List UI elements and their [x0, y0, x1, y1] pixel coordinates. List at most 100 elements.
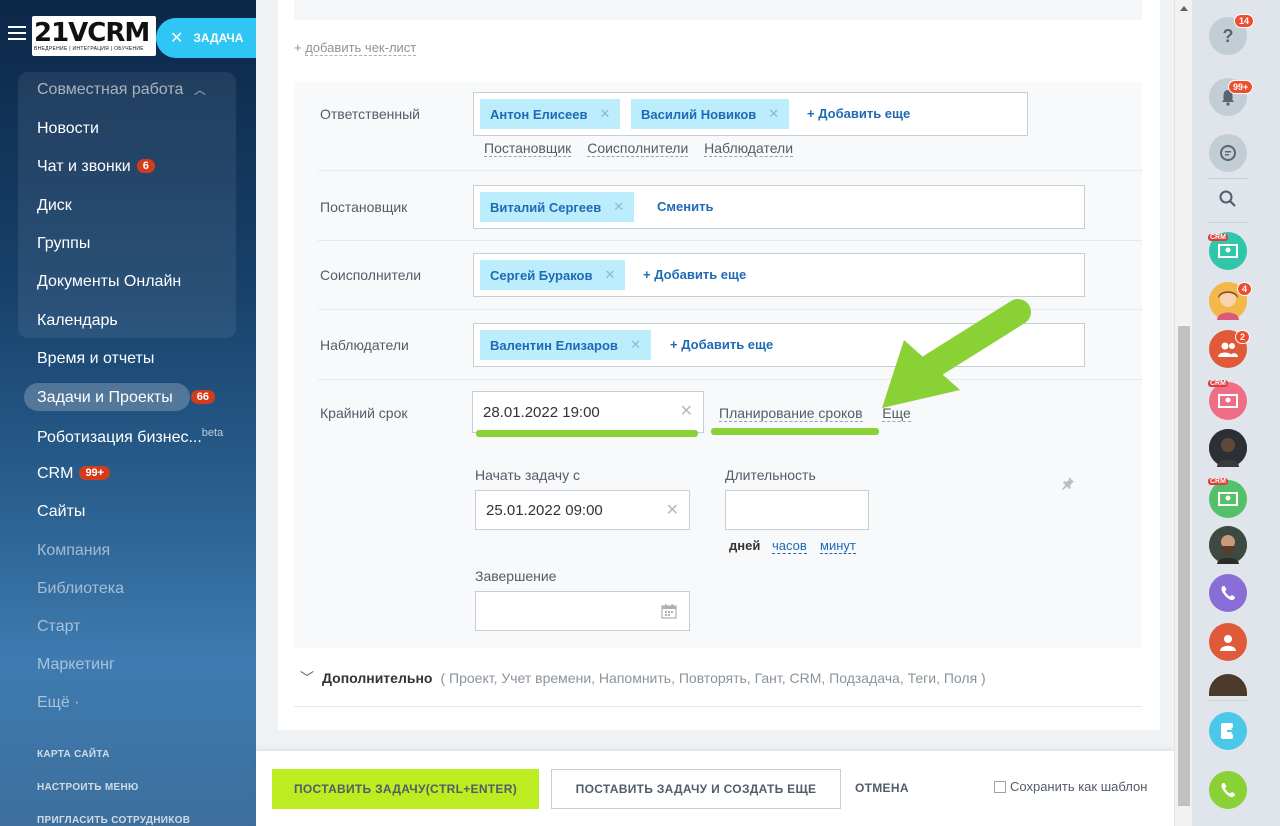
search-icon[interactable]	[1209, 180, 1247, 218]
change-creator-link[interactable]: Сменить	[657, 199, 713, 214]
creator-selector[interactable]: Виталий Сергеев ✕ Сменить	[473, 185, 1085, 229]
pin-icon[interactable]	[1060, 475, 1076, 491]
sidebar-item-library[interactable]: Библиотека	[37, 580, 124, 598]
form-footer: ПОСТАВИТЬ ЗАДАЧУ(CTRL+ENTER) ПОСТАВИТЬ З…	[256, 750, 1174, 826]
add-responsible-link[interactable]: + Добавить еще	[807, 106, 910, 121]
sidebar-item-calendar[interactable]: Календарь	[37, 312, 118, 330]
sidebar-item-chat[interactable]: Чат и звонки 6	[37, 158, 155, 176]
user-chip[interactable]: Виталий Сергеев ✕	[480, 192, 635, 222]
submit-task-button[interactable]: ПОСТАВИТЬ ЗАДАЧУ(CTRL+ENTER)	[272, 769, 539, 809]
clear-icon[interactable]: ✕	[680, 401, 693, 421]
beta-tag: beta	[201, 427, 224, 439]
sidebar-item-groups[interactable]: Группы	[37, 235, 90, 253]
additional-section-toggle[interactable]: ﹀ Дополнительно ( Проект, Учет времени, На…	[300, 668, 986, 688]
sidebar-item-label: Диск	[37, 197, 72, 214]
time-planning-link[interactable]: Планирование сроков	[719, 405, 863, 422]
add-accomplice-link[interactable]: + Добавить еще	[643, 267, 746, 282]
menu-icon[interactable]	[8, 26, 26, 40]
user-chip[interactable]: Сергей Бураков ✕	[480, 260, 626, 290]
clear-icon[interactable]: ✕	[666, 500, 679, 520]
sidebar-item-label: Задачи и Проекты	[37, 389, 173, 406]
avatar[interactable]	[1209, 526, 1247, 564]
sidebar-group-collab[interactable]: Совместная работа ︿	[37, 81, 206, 99]
sidebar-item-label: Роботизация бизнес...	[37, 429, 202, 446]
chevron-down-icon: ﹀	[300, 670, 314, 686]
task-slider-tab[interactable]: ✕ ЗАДАЧА	[156, 18, 256, 58]
invite-employees-link[interactable]: ПРИГЛАСИТЬ СОТРУДНИКОВ	[37, 815, 190, 826]
user-chip[interactable]: Валентин Елизаров ✕	[480, 330, 651, 360]
role-link-accomplices[interactable]: Соисполнители	[587, 140, 689, 157]
sidebar-item-sites[interactable]: Сайты	[37, 503, 85, 521]
sidebar-item-more[interactable]: Ещё ·	[37, 694, 80, 712]
avatar[interactable]	[1209, 429, 1247, 467]
scroll-up-arrow-icon[interactable]	[1180, 6, 1188, 11]
phone-icon[interactable]	[1209, 771, 1247, 809]
sitemap-link[interactable]: КАРТА САЙТА	[37, 749, 110, 760]
sidebar-item-marketing[interactable]: Маркетинг	[37, 656, 115, 674]
viber-icon[interactable]	[1209, 574, 1247, 612]
sidebar-item-docs[interactable]: Документы Онлайн	[37, 273, 181, 291]
sidebar-item-news[interactable]: Новости	[37, 120, 99, 138]
sidebar-item-tasks[interactable]: Задачи и Проекты 66	[37, 389, 215, 407]
calendar-icon[interactable]	[661, 604, 677, 619]
remove-icon[interactable]: ✕	[604, 267, 615, 283]
sidebar-item-label: CRM	[37, 465, 74, 482]
editor-bottom	[294, 0, 1142, 20]
chat-icon[interactable]	[1209, 134, 1247, 172]
add-checklist-link[interactable]: + добавить чек-лист	[294, 40, 417, 56]
configure-menu-link[interactable]: НАСТРОИТЬ МЕНЮ	[37, 782, 139, 793]
user-chip[interactable]: Василий Новиков ✕	[631, 99, 790, 129]
logo[interactable]: 21VCRM ВНЕДРЕНИЕ | ИНТЕГРАЦИЯ | ОБУЧЕНИЕ	[32, 16, 156, 56]
sidebar-item-crm[interactable]: CRM 99+	[37, 465, 111, 483]
sidebar-item-time[interactable]: Время и отчеты	[37, 350, 154, 368]
role-link-auditors[interactable]: Наблюдатели	[704, 140, 794, 157]
remove-icon[interactable]: ✕	[768, 106, 779, 122]
sidebar-item-start[interactable]: Старт	[37, 618, 80, 636]
user-icon[interactable]	[1209, 623, 1247, 661]
responsible-selector[interactable]: Антон Елисеев ✕ Василий Новиков ✕ + Добави…	[473, 92, 1028, 136]
scrollbar[interactable]	[1174, 0, 1192, 826]
save-template-checkbox[interactable]: Сохранить как шаблон	[994, 779, 1147, 794]
add-auditor-link[interactable]: + Добавить еще	[670, 337, 773, 352]
logo-text: 21VCRM	[34, 18, 150, 48]
user-chip-name: Валентин Елизаров	[490, 337, 618, 353]
scroll-thumb[interactable]	[1178, 326, 1190, 806]
duration-input[interactable]	[725, 490, 869, 530]
role-link-creator[interactable]: Постановщик	[484, 140, 572, 157]
cancel-button[interactable]: ОТМЕНА	[855, 781, 909, 795]
open-line-icon[interactable]	[1209, 712, 1247, 750]
accomplices-selector[interactable]: Сергей Бураков ✕ + Добавить еще	[473, 253, 1085, 297]
deadline-input[interactable]: 28.01.2022 19:00 ✕	[472, 391, 704, 433]
crm-contact-icon[interactable]	[1209, 382, 1247, 420]
responsible-label: Ответственный	[320, 106, 420, 122]
checkbox[interactable]	[994, 780, 1006, 793]
sidebar-item-robotization[interactable]: Роботизация бизнес...beta	[37, 427, 223, 447]
start-date-input[interactable]: 25.01.2022 09:00 ✕	[475, 490, 690, 530]
avatar[interactable]	[1209, 674, 1247, 696]
close-icon[interactable]: ✕	[170, 28, 183, 48]
sidebar-item-disk[interactable]: Диск	[37, 197, 72, 215]
duration-label: Длительность	[725, 467, 816, 483]
duration-unit-minutes[interactable]: минут	[820, 538, 856, 554]
sidebar-item-label: Компания	[37, 542, 111, 559]
annotation-underline	[476, 430, 698, 437]
sidebar-item-label: Время и отчеты	[37, 350, 155, 367]
duration-unit-hours[interactable]: часов	[772, 538, 807, 554]
submit-and-create-button[interactable]: ПОСТАВИТЬ ЗАДАЧУ И СОЗДАТЬ ЕЩЕ	[551, 769, 841, 809]
duration-unit-days[interactable]: дней	[729, 538, 760, 553]
help-badge: 14	[1234, 14, 1255, 28]
crm-contact-icon[interactable]	[1209, 480, 1247, 518]
sidebar-item-label: Библиотека	[37, 580, 124, 597]
remove-icon[interactable]: ✕	[599, 106, 610, 122]
remove-icon[interactable]: ✕	[630, 337, 641, 353]
remove-icon[interactable]: ✕	[613, 199, 624, 215]
left-sidebar: 21VCRM ВНЕДРЕНИЕ | ИНТЕГРАЦИЯ | ОБУЧЕНИЕ…	[0, 0, 256, 826]
counter-badge: 6	[136, 159, 155, 173]
task-pill-label: ЗАДАЧА	[193, 31, 244, 45]
sidebar-item-label: Чат и звонки	[37, 158, 131, 175]
sidebar-item-company[interactable]: Компания	[37, 542, 110, 560]
user-chip[interactable]: Антон Елисеев ✕	[480, 99, 621, 129]
end-date-input[interactable]	[475, 591, 690, 631]
chevron-up-icon: ︿	[193, 83, 206, 97]
sidebar-item-label: Ещё ·	[37, 694, 80, 711]
